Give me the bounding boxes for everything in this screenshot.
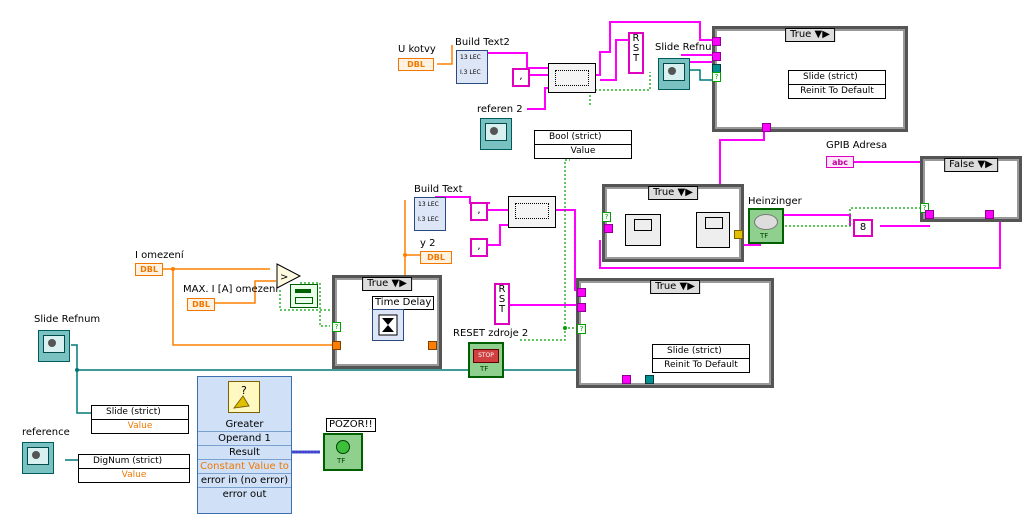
tunnel [577,303,586,312]
visa-write-node[interactable] [625,214,661,246]
pozor-led-terminal[interactable]: TF [323,433,363,471]
case-selector[interactable]: True ▼▶ [785,28,835,42]
select-node[interactable] [290,284,318,308]
greater-express-vi[interactable]: ? Greater Operand 1 Result Constant Valu… [197,376,292,514]
select-icon [295,289,311,293]
u-kotvy-label: U kotvy [398,44,436,55]
heinzinger-boolean-terminal[interactable]: TF [748,208,784,244]
select-icon [295,297,313,304]
comma-constant[interactable]: , [470,202,488,221]
case-structure-false[interactable]: False ▼▶ [920,156,1022,222]
max-i-label: MAX. I [A] omezení [183,284,279,295]
case-selector[interactable]: True ▼▶ [650,280,700,294]
case-selector-terminal: ? [332,322,341,332]
reset-zdroje-label: RESET zdroje 2 [453,328,529,339]
y2-terminal[interactable]: DBL [420,251,452,264]
concatenate-strings-node[interactable] [548,63,596,93]
case-selector-terminal: ? [712,72,721,82]
slide-property-node-bottom[interactable]: Slide (strict) Value [91,405,189,434]
build-text-label: Build Text [414,184,463,195]
comma-constant[interactable]: , [470,238,488,257]
slide-refnum-top-terminal[interactable] [658,58,690,90]
pozor-label: POZOR!! [326,418,376,432]
greater-row-error-in: error in (no error) [198,473,291,487]
case-selector[interactable]: True ▼▶ [362,277,412,291]
concatenate-strings-node[interactable] [508,196,556,228]
case-selector-terminal: ? [577,324,586,334]
comma-constant[interactable]: , [512,68,530,87]
tunnel [577,288,586,297]
reset-zdroje-button-terminal[interactable]: STOP TF [468,342,504,378]
format-icon [515,203,549,219]
referen-label: referen 2 [477,104,523,115]
referen-refnum-terminal[interactable] [480,118,512,150]
slide-property-node-top[interactable]: Slide (strict) Reinit To Default [788,70,886,99]
max-i-terminal[interactable]: DBL [187,298,215,311]
build-text-express-vi[interactable]: 13 LEC I.3 LEC [414,197,446,231]
time-delay-label: Time Delay [372,296,435,310]
greater-row-error-out: error out [198,487,291,501]
reference-refnum-terminal[interactable] [22,442,54,474]
number-constant[interactable]: 8 [853,219,873,237]
reference-label: reference [22,427,70,438]
slide-refnum-label: Slide Refnum [34,314,101,325]
format-icon [555,70,589,86]
gpib-adresa-terminal[interactable]: abc [826,156,854,168]
tunnel [645,375,654,384]
i-omezeni-label: I omezení [135,250,184,261]
led-icon [754,214,778,230]
rst-constant[interactable]: R S T [628,32,644,74]
dignum-property-node[interactable]: DigNum (strict) Value [78,454,190,483]
y2-label: y 2 [420,238,436,249]
greater-row-constant: Constant Value to [198,459,291,473]
tunnel [622,375,631,384]
tunnel [428,341,437,350]
svg-text:?: ? [241,384,247,397]
greater-row-result: Result [198,445,291,459]
svg-text:>: > [280,272,288,283]
tunnel [712,52,721,61]
slide-refnum-terminal[interactable] [38,330,70,362]
vi-icon [705,217,723,229]
hourglass-icon [378,314,398,336]
case-selector[interactable]: True ▼▶ [648,186,698,200]
led-icon [336,440,350,454]
case-selector[interactable]: False ▼▶ [944,158,998,172]
slide-property-node-mid[interactable]: Slide (strict) Reinit To Default [652,344,750,373]
comparison-icon: ? [228,381,260,413]
gpib-adresa-label: GPIB Adresa [826,140,888,151]
vi-icon [634,219,652,231]
tunnel [712,37,721,46]
build-text2-label: Build Text2 [455,37,510,48]
i-omezeni-terminal[interactable]: DBL [135,263,163,276]
tunnel [604,224,613,233]
rst-constant[interactable]: R S T [494,283,510,325]
tunnel [762,123,771,132]
bool-property-node[interactable]: Bool (strict) Value [534,130,632,159]
visa-read-node[interactable] [696,212,730,248]
greater-row-operand: Operand 1 [198,431,291,445]
tunnel [925,210,934,219]
tunnel [985,210,994,219]
heinzinger-label: Heinzinger [748,196,802,207]
time-delay-express-vi[interactable] [372,309,404,341]
build-text2-express-vi[interactable]: 13 LEC I.3 LEC [456,50,488,84]
u-kotvy-terminal[interactable]: DBL [398,58,434,71]
case-selector-terminal: ? [602,212,611,222]
tunnel [332,341,341,350]
tunnel [734,230,743,239]
